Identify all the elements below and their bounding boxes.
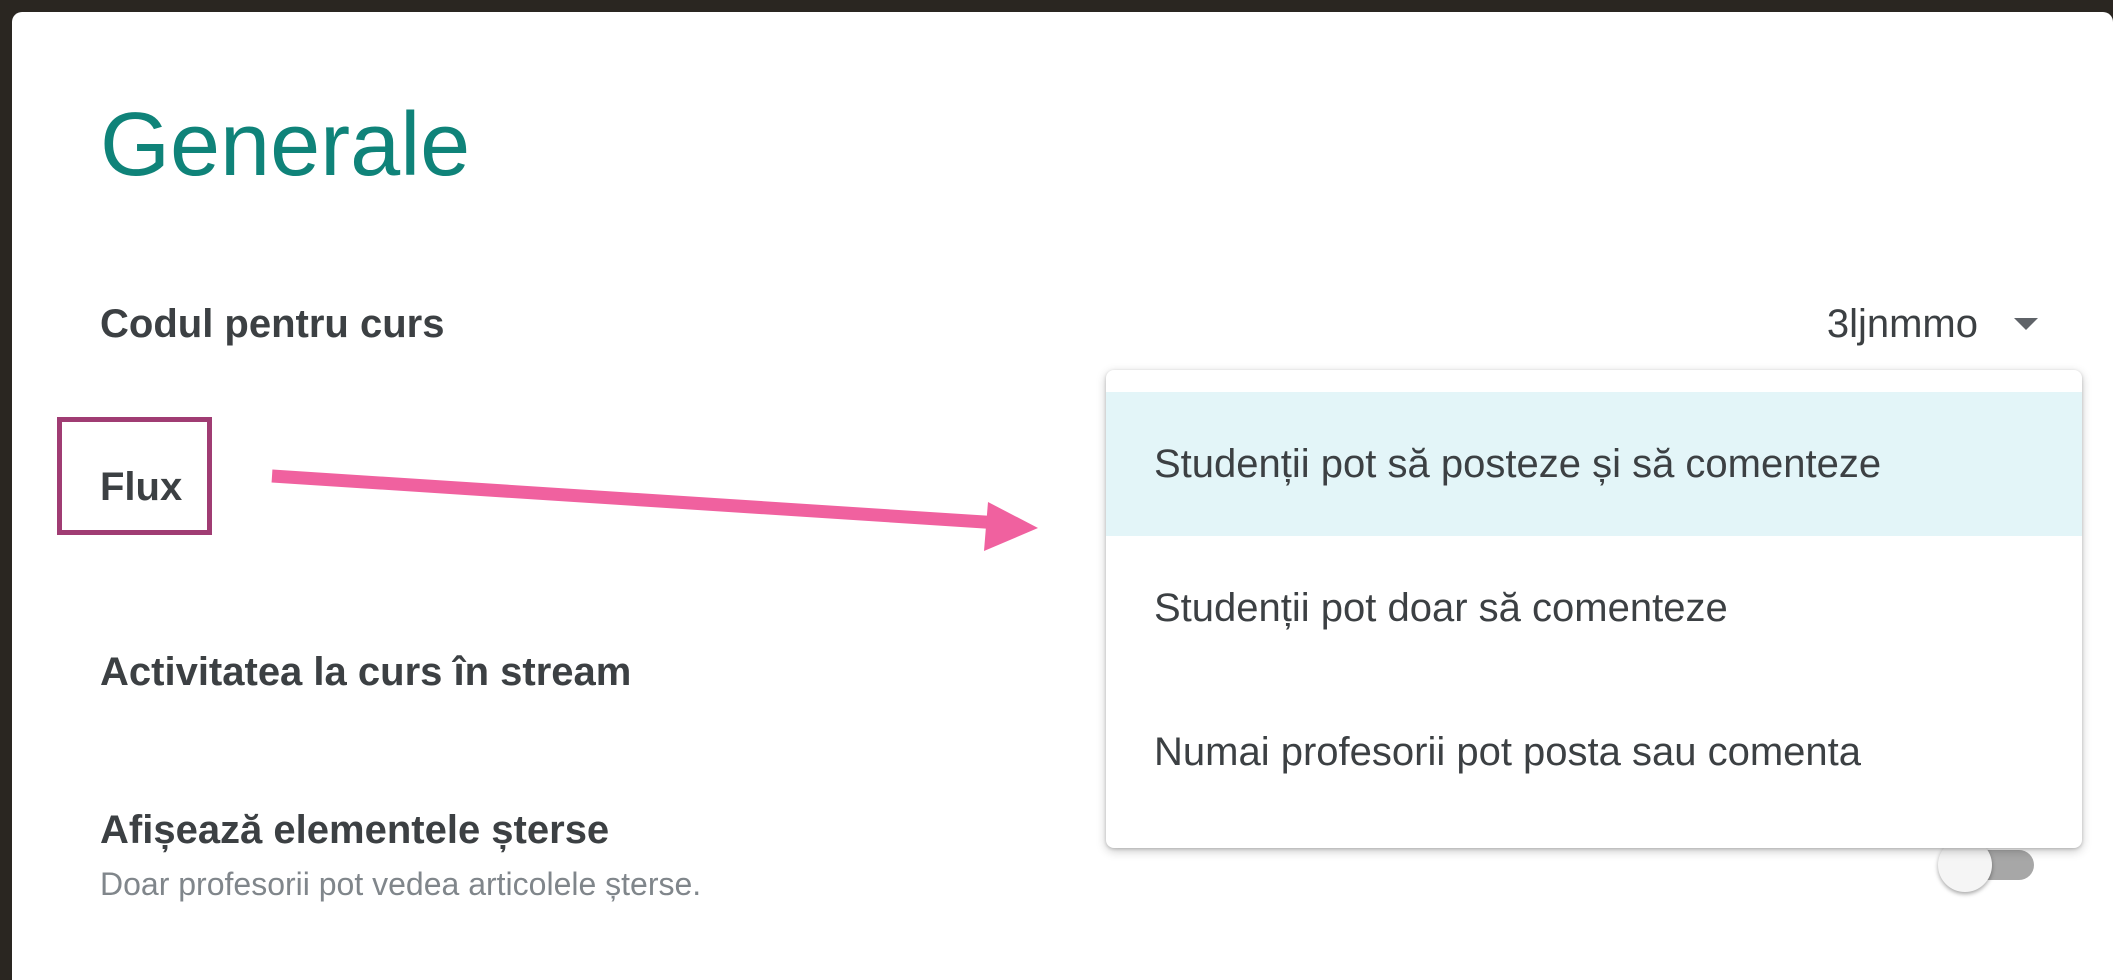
class-code-dropdown[interactable]: 3ljnmmo (1772, 294, 2052, 354)
stream-options-menu: Studenții pot să posteze și să comenteze… (1106, 370, 2082, 848)
class-activity-label: Activitatea la curs în stream (100, 650, 632, 694)
class-code-value: 3ljnmmo (1826, 302, 1978, 346)
deleted-items-label: Afișează elementele șterse (100, 808, 610, 852)
flux-highlight-box (57, 417, 212, 535)
menu-option-teachers-only[interactable]: Numai profesorii pot posta sau comenta (1106, 680, 2082, 824)
menu-option-post-and-comment[interactable]: Studenții pot să posteze și să comenteze (1106, 392, 2082, 536)
menu-option-comment-only[interactable]: Studenții pot doar să comenteze (1106, 536, 2082, 680)
section-title: Generale (100, 95, 471, 195)
class-code-label: Codul pentru curs (100, 302, 445, 346)
chevron-down-icon (2014, 318, 2038, 330)
deleted-items-description: Doar profesorii pot vedea articolele ște… (100, 866, 702, 902)
